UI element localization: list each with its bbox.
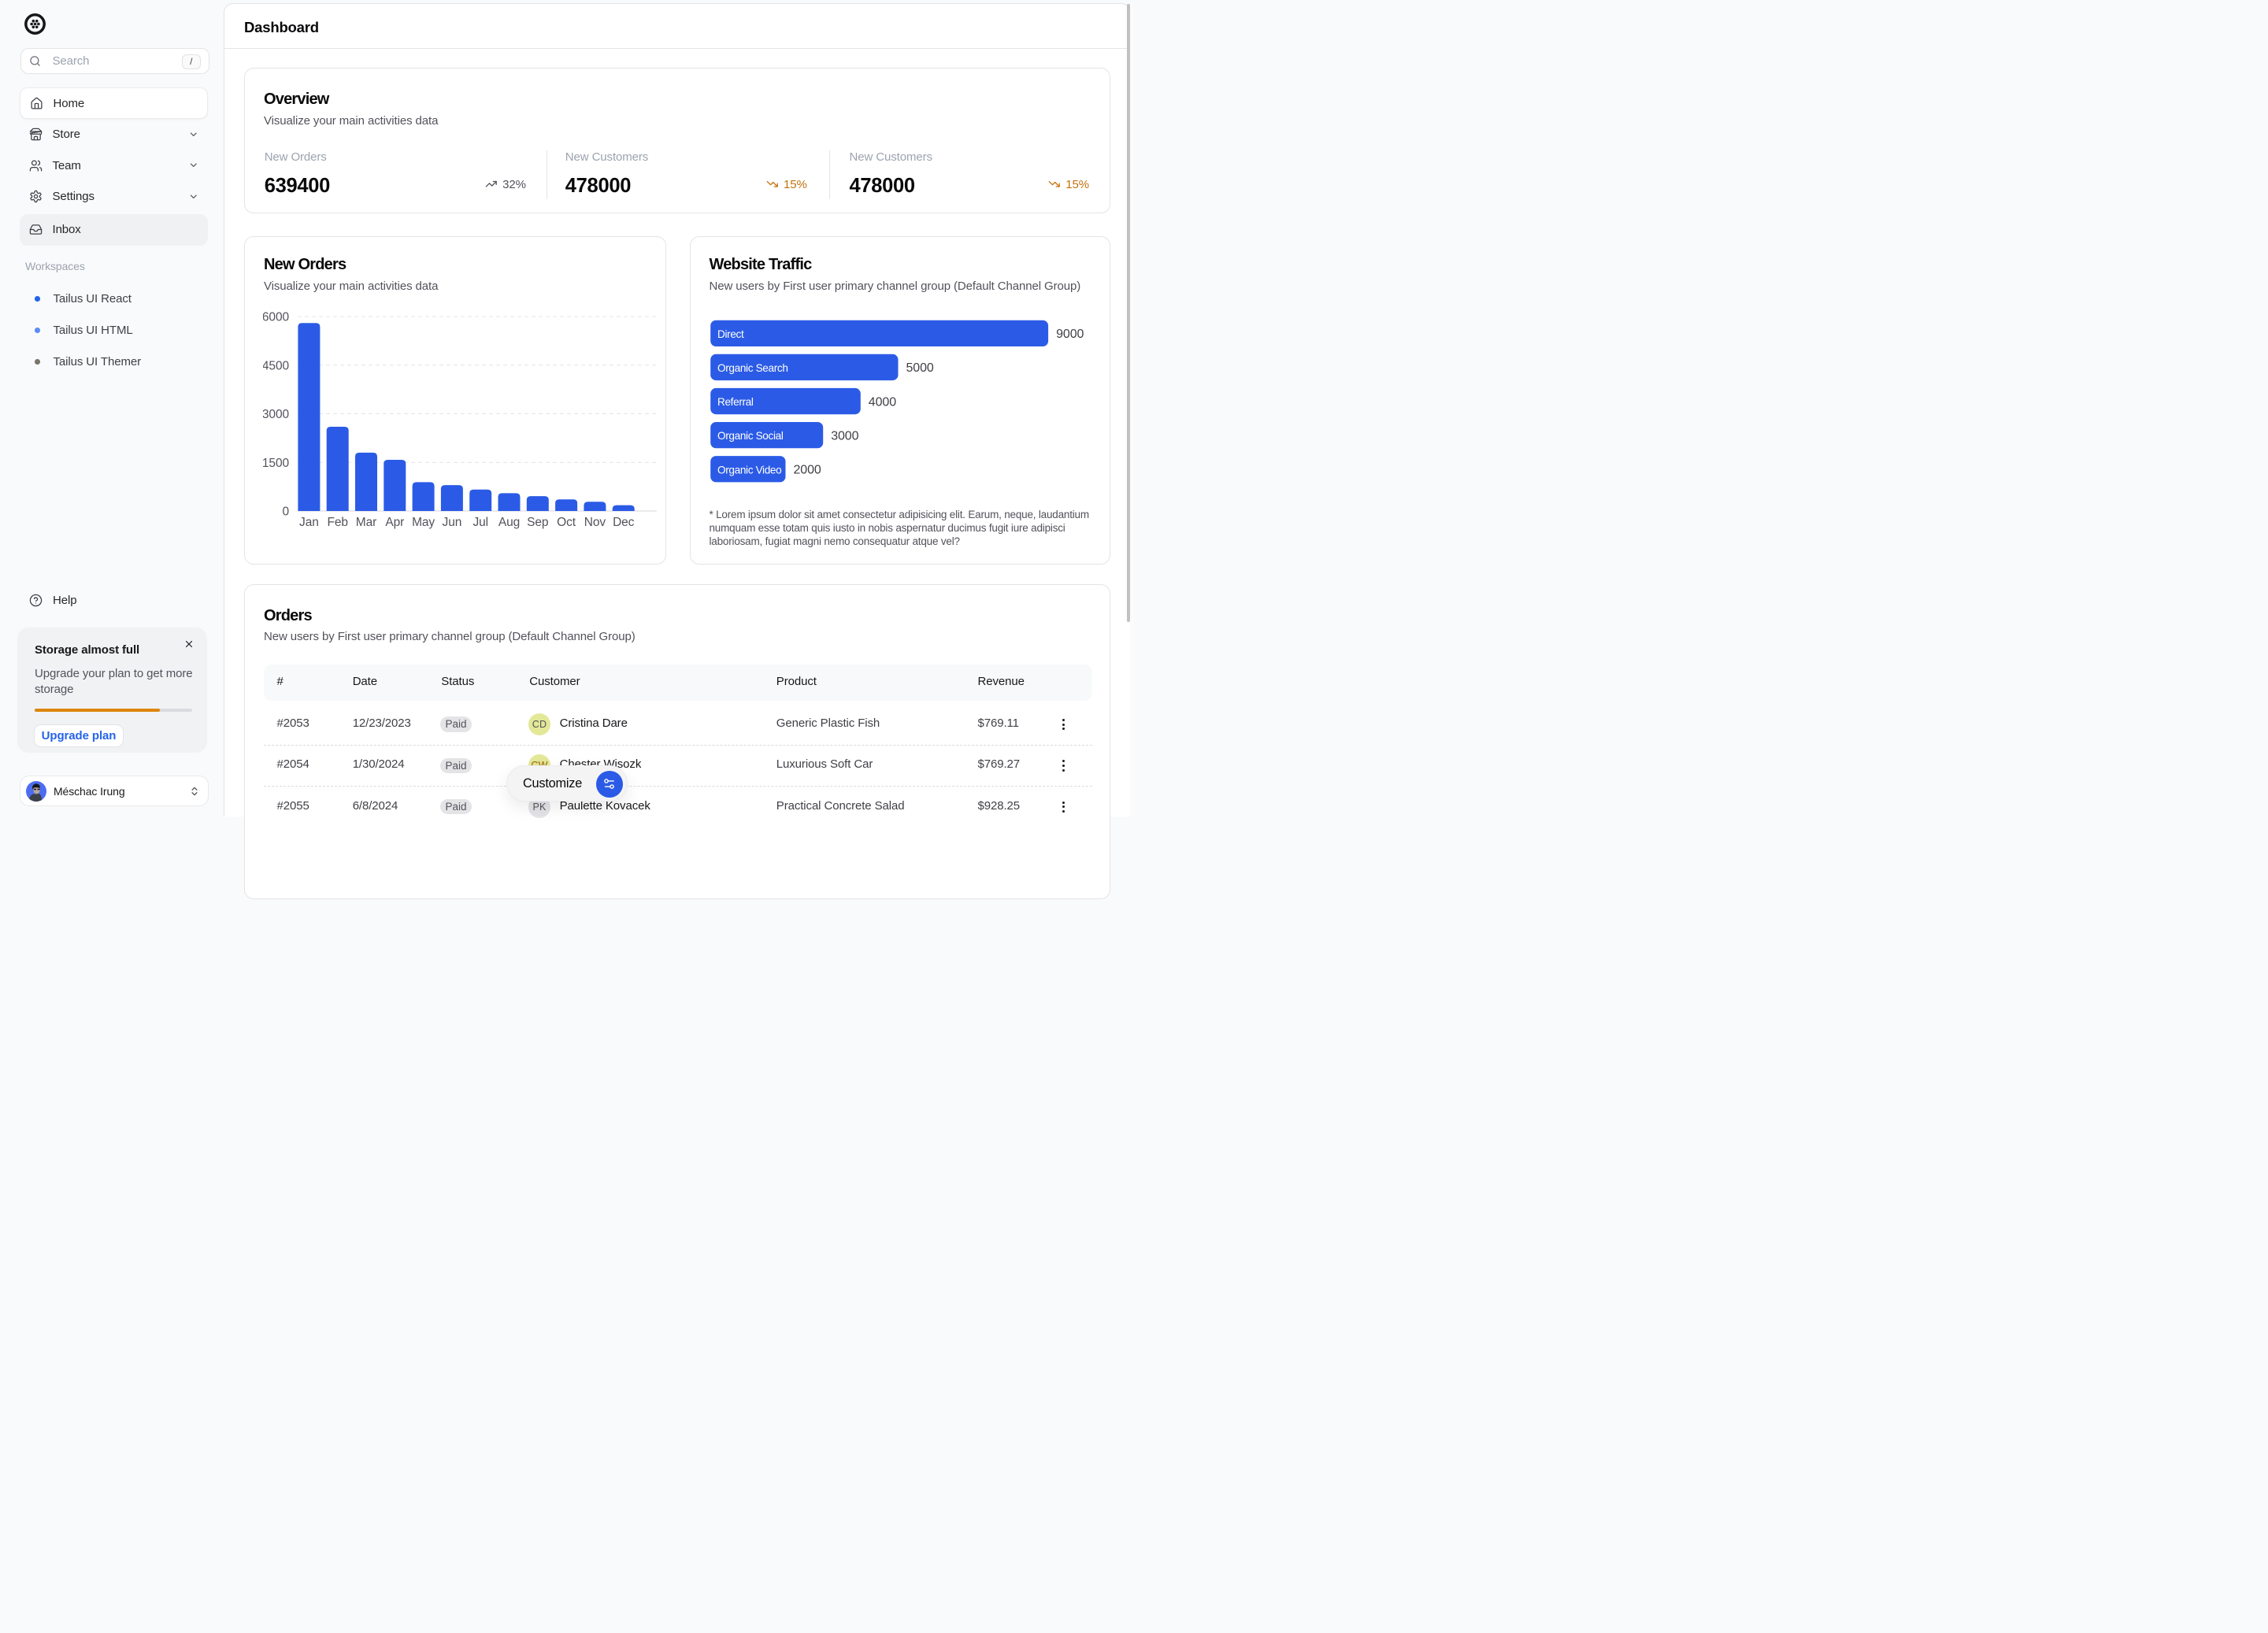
svg-text:Organic Search: Organic Search	[717, 362, 788, 374]
svg-text:2000: 2000	[793, 464, 821, 477]
svg-text:Jun: Jun	[443, 516, 462, 529]
svg-text:6000: 6000	[263, 311, 289, 324]
svg-text:3000: 3000	[831, 430, 858, 443]
svg-text:Nov: Nov	[584, 516, 606, 529]
svg-text:3000: 3000	[263, 408, 289, 421]
svg-text:Sep: Sep	[527, 516, 548, 529]
svg-text:0: 0	[282, 505, 289, 519]
svg-text:Dec: Dec	[613, 516, 635, 529]
svg-text:9000: 9000	[1056, 328, 1084, 341]
svg-text:May: May	[412, 516, 435, 529]
svg-text:Organic Social: Organic Social	[717, 430, 784, 442]
svg-text:Jul: Jul	[472, 516, 488, 529]
svg-text:Mar: Mar	[356, 516, 376, 529]
svg-text:4000: 4000	[868, 395, 895, 409]
svg-text:Direct: Direct	[717, 328, 744, 340]
svg-text:Oct: Oct	[557, 516, 576, 529]
svg-text:Referral: Referral	[717, 396, 754, 408]
svg-text:5000: 5000	[906, 361, 933, 375]
svg-text:4500: 4500	[263, 359, 289, 372]
svg-text:Aug: Aug	[498, 516, 520, 529]
svg-text:Jan: Jan	[299, 516, 319, 529]
svg-text:1500: 1500	[263, 457, 289, 470]
svg-text:Organic Video: Organic Video	[717, 464, 781, 476]
svg-text:Apr: Apr	[385, 516, 404, 529]
svg-text:Feb: Feb	[327, 516, 347, 529]
